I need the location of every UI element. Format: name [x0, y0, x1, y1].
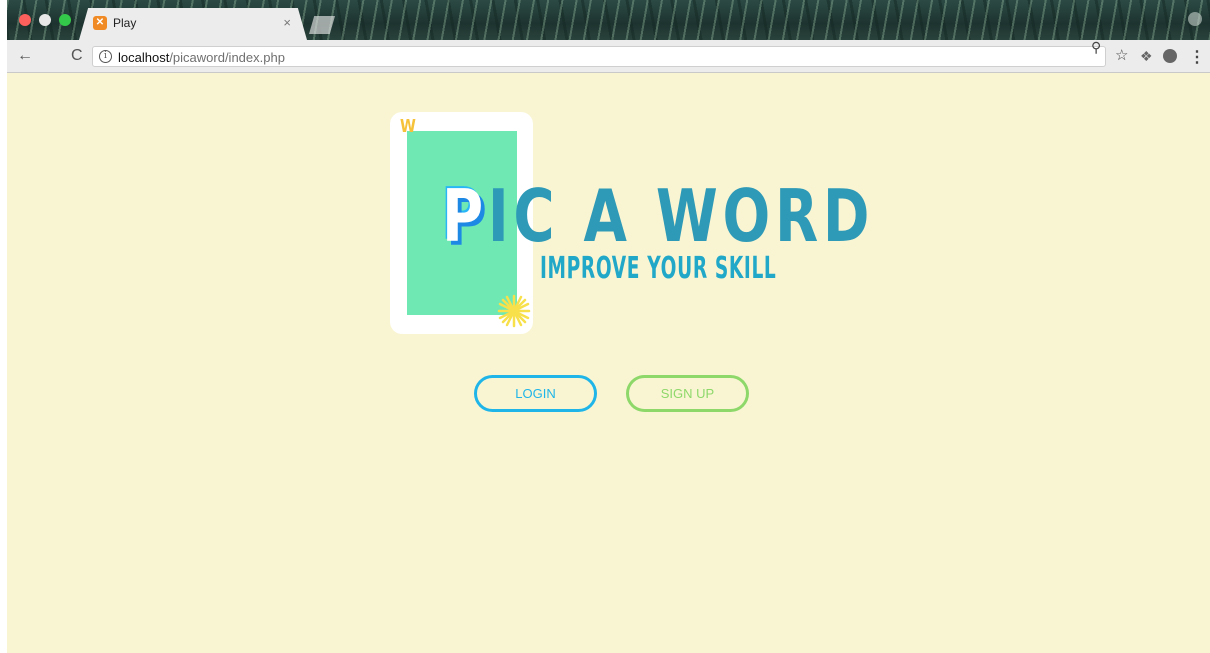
- new-tab-button[interactable]: [309, 16, 335, 34]
- profile-icon[interactable]: [1188, 12, 1202, 26]
- login-button[interactable]: LOGIN: [474, 375, 597, 412]
- tab-title: Play: [113, 16, 137, 30]
- reload-icon[interactable]: C: [71, 48, 83, 64]
- logo-card-letter: W: [399, 116, 416, 137]
- minimize-window-button[interactable]: [39, 14, 51, 26]
- logo-title-p: P: [442, 174, 488, 258]
- logo-title-rest: IC A WORD: [487, 174, 875, 258]
- address-bar[interactable]: i localhost/picaword/index.php: [92, 46, 1106, 67]
- url-path: /picaword/index.php: [169, 50, 285, 65]
- xampp-icon: ✕: [93, 16, 107, 30]
- info-icon[interactable]: i: [99, 50, 112, 63]
- browser-window: ✕ Play × ← C i localhost/picaword/index.…: [7, 0, 1210, 653]
- browser-tab[interactable]: ✕ Play ×: [79, 8, 307, 40]
- close-window-button[interactable]: [19, 14, 31, 26]
- dropbox-icon[interactable]: ❖: [1140, 48, 1153, 65]
- logo-subtitle: IMPROVE YOUR SKILL: [540, 251, 777, 286]
- url-text[interactable]: localhost/picaword/index.php: [118, 50, 285, 65]
- starburst-icon: [497, 294, 531, 328]
- page-content: W PIC A WORD IMPROVE YOUR SKILL LOGIN SI…: [7, 73, 1210, 653]
- key-icon[interactable]: ⚲: [1091, 39, 1101, 56]
- signup-button[interactable]: SIGN UP: [626, 375, 749, 412]
- title-bar: ✕ Play ×: [7, 0, 1210, 40]
- menu-icon[interactable]: ⋮: [1189, 47, 1205, 67]
- logo-title: PIC A WORD: [442, 180, 874, 252]
- pic-a-word-logo: W PIC A WORD IMPROVE YOUR SKILL: [390, 112, 870, 337]
- back-icon[interactable]: ←: [17, 48, 33, 64]
- url-host: localhost: [118, 50, 170, 65]
- star-icon[interactable]: ☆: [1115, 46, 1128, 64]
- extension-icon[interactable]: [1163, 49, 1177, 63]
- maximize-window-button[interactable]: [59, 14, 71, 26]
- tab-close-icon[interactable]: ×: [283, 15, 291, 30]
- browser-toolbar: ← C i localhost/picaword/index.php ⚲ ☆ ❖…: [7, 39, 1210, 73]
